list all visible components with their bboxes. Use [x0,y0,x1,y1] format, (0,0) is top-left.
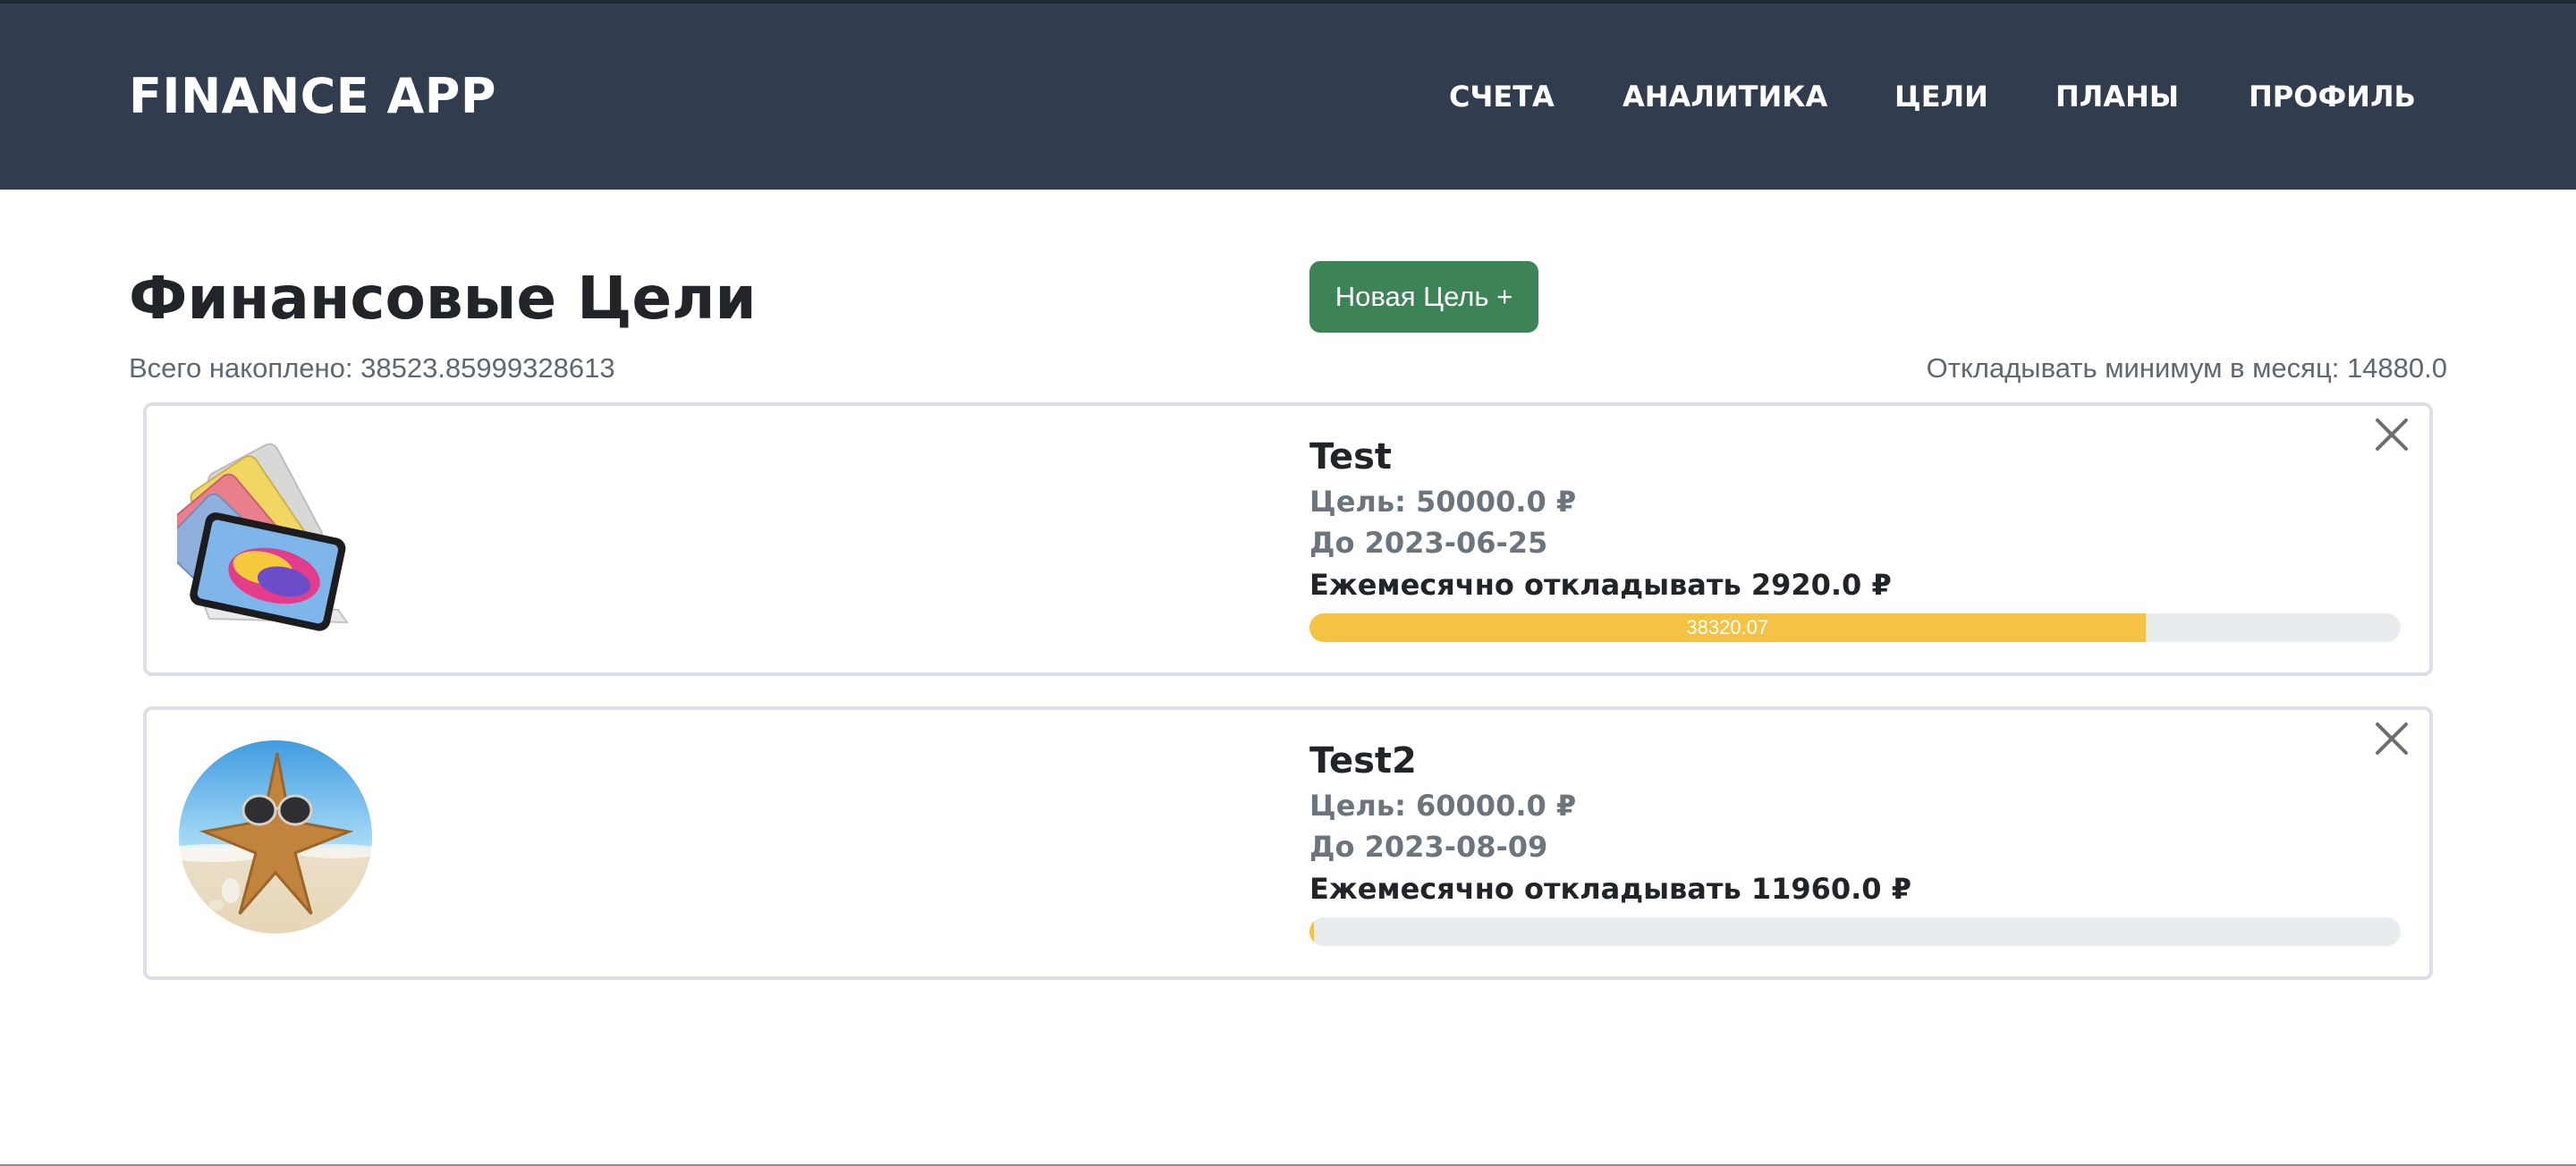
brand-logo[interactable]: FINANCE APP [129,68,496,125]
goal-progress-bar: 38320.07 [1309,613,2146,642]
goal-card-body: Test2 Цель: 60000.0 ₽ До 2023-08-09 Ежем… [1309,737,2401,946]
goal-progress-bar [1309,917,1314,946]
goal-card-body: Test Цель: 50000.0 ₽ До 2023-06-25 Ежеме… [1309,433,2401,642]
app-frame: FINANCE APP СЧЕТА АНАЛИТИКА ЦЕЛИ ПЛАНЫ П… [0,0,2576,1166]
goal-monthly: Ежемесячно откладывать 2920.0 ₽ [1309,568,1892,602]
goal-card: Test2 Цель: 60000.0 ₽ До 2023-08-09 Ежем… [143,706,2433,980]
goal-deadline: До 2023-08-09 [1309,830,1548,864]
goal-target: Цель: 60000.0 ₽ [1309,789,1577,823]
goal-progress: 38320.07 [1309,613,2401,642]
goal-progress [1309,917,2401,946]
goal-monthly: Ежемесячно откладывать 11960.0 ₽ [1309,872,1911,906]
nav-profile[interactable]: ПРОФИЛЬ [2249,79,2416,114]
nav-plans[interactable]: ПЛАНЫ [2055,79,2179,114]
page-title: Финансовые Цели [129,264,757,333]
navbar: FINANCE APP СЧЕТА АНАЛИТИКА ЦЕЛИ ПЛАНЫ П… [0,4,2576,190]
total-saved-text: Всего накоплено: 38523.85999328613 [129,352,615,384]
goal-deadline: До 2023-06-25 [1309,526,1548,560]
goal-title: Test2 [1309,740,1417,782]
tablet-image [163,435,374,631]
goal-title: Test [1309,436,1393,477]
new-goal-button[interactable]: Новая Цель + [1309,261,1538,333]
starfish-beach-image [177,739,374,935]
min-monthly-text: Откладывать минимум в месяц: 14880.0 [1926,352,2447,384]
goal-target: Цель: 50000.0 ₽ [1309,485,1577,519]
goal-card: Test Цель: 50000.0 ₽ До 2023-06-25 Ежеме… [143,402,2433,676]
nav-goals[interactable]: ЦЕЛИ [1894,79,1988,114]
nav-accounts[interactable]: СЧЕТА [1449,79,1555,114]
nav-analytics[interactable]: АНАЛИТИКА [1623,79,1827,114]
